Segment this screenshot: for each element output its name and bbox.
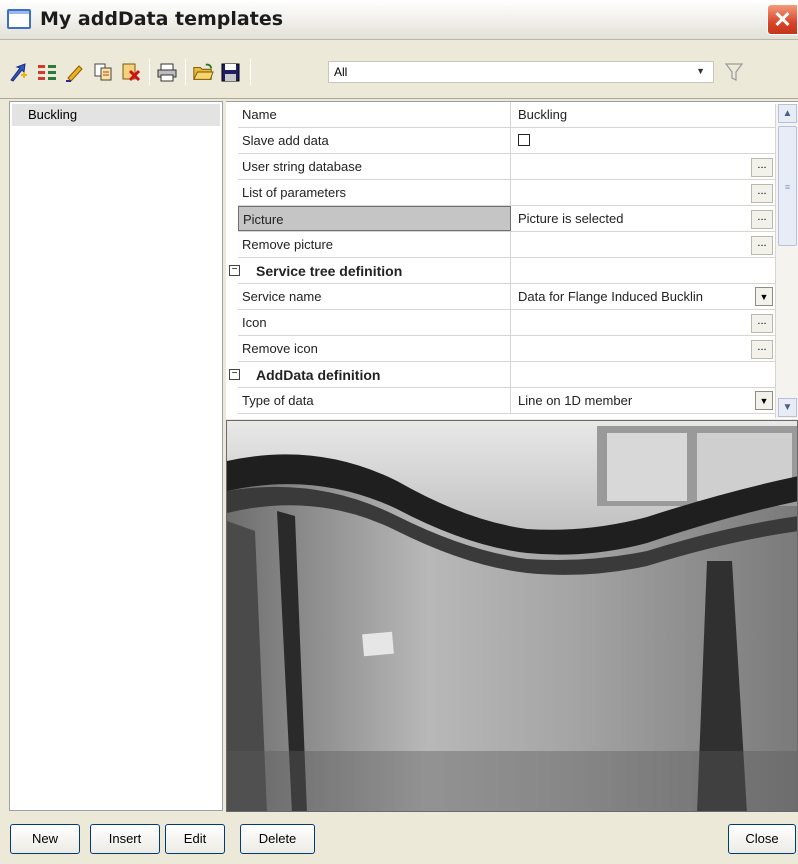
property-value[interactable] (512, 180, 775, 205)
delete-icon[interactable] (120, 61, 142, 83)
edit-button[interactable]: Edit (165, 824, 225, 854)
property-value[interactable]: Data for Flange Induced Bucklin (512, 284, 775, 309)
title-bar: My addData templates ✕ (0, 0, 798, 40)
category-label: AddData definition (238, 362, 511, 387)
browse-button[interactable]: ... (751, 210, 773, 229)
property-label: Icon (238, 310, 511, 335)
category-adddata-definition[interactable]: AddData definition (238, 362, 775, 388)
property-row-type-of-data[interactable]: Type of data Line on 1D member ▼ (238, 388, 775, 414)
property-row-slave-add-data[interactable]: Slave add data (238, 128, 775, 154)
property-value[interactable]: Buckling (512, 102, 775, 127)
property-value (512, 258, 775, 283)
columns-icon[interactable] (36, 61, 58, 83)
buckling-photo (227, 421, 797, 811)
filter-funnel-icon[interactable] (723, 61, 745, 83)
slave-add-data-checkbox[interactable] (518, 134, 530, 146)
save-icon[interactable] (220, 61, 242, 83)
property-label: Slave add data (238, 128, 511, 153)
property-label: Type of data (238, 388, 511, 413)
chevron-down-icon: ▼ (696, 66, 705, 76)
delete-button[interactable]: Delete (240, 824, 315, 854)
browse-button[interactable]: ... (751, 314, 773, 333)
property-label: Remove picture (238, 232, 511, 257)
property-value[interactable] (512, 154, 775, 179)
property-label: List of parameters (238, 180, 511, 205)
toolbar: All ▼ (0, 41, 798, 99)
property-value[interactable]: Picture is selected (512, 206, 775, 231)
property-label: Remove icon (238, 336, 511, 361)
property-value[interactable] (512, 336, 775, 361)
new-button[interactable]: New (10, 824, 80, 854)
copy-icon[interactable] (92, 61, 114, 83)
property-grid-scrollbar[interactable]: ▲ ≡ ▼ (775, 104, 798, 418)
property-grid: Name Buckling Slave add data User string… (226, 101, 798, 419)
browse-button[interactable]: ... (751, 236, 773, 255)
insert-button[interactable]: Insert (90, 824, 160, 854)
browse-button[interactable]: ... (751, 158, 773, 177)
picture-preview (226, 420, 798, 812)
property-row-service-name[interactable]: Service name Data for Flange Induced Buc… (238, 284, 775, 310)
property-value[interactable] (512, 232, 775, 257)
chevron-down-icon[interactable]: ▼ (755, 287, 773, 306)
window-icon (7, 9, 31, 29)
filter-dropdown[interactable]: All ▼ (328, 61, 714, 83)
open-folder-icon[interactable] (192, 61, 214, 83)
category-label: Service tree definition (238, 258, 511, 283)
property-row-name[interactable]: Name Buckling (238, 102, 775, 128)
property-row-list-of-parameters[interactable]: List of parameters ... (238, 180, 775, 206)
scroll-down-icon[interactable]: ▼ (778, 398, 797, 417)
window-title: My addData templates (40, 8, 284, 30)
print-icon[interactable] (156, 61, 178, 83)
new-template-icon[interactable] (8, 61, 30, 83)
property-row-picture[interactable]: Picture Picture is selected ... (238, 206, 775, 232)
close-window-button[interactable]: ✕ (767, 4, 798, 35)
category-service-tree-definition[interactable]: Service tree definition (238, 258, 775, 284)
browse-button[interactable]: ... (751, 340, 773, 359)
chevron-down-icon[interactable]: ▼ (755, 391, 773, 410)
property-row-icon[interactable]: Icon ... (238, 310, 775, 336)
property-label: Service name (238, 284, 511, 309)
property-label: Name (238, 102, 511, 127)
property-label: User string database (238, 154, 511, 179)
property-value[interactable]: Line on 1D member (512, 388, 775, 413)
property-value (512, 128, 775, 153)
filter-dropdown-value: All (334, 65, 348, 79)
browse-button[interactable]: ... (751, 184, 773, 203)
list-item[interactable]: Buckling (12, 104, 220, 126)
property-label: Picture (238, 206, 511, 231)
property-row-remove-icon[interactable]: Remove icon ... (238, 336, 775, 362)
template-list: Buckling (9, 101, 223, 811)
property-value[interactable] (512, 310, 775, 335)
scrollbar-thumb[interactable]: ≡ (778, 126, 797, 246)
scroll-up-icon[interactable]: ▲ (778, 104, 797, 123)
property-value (512, 362, 775, 387)
edit-pencil-icon[interactable] (64, 61, 86, 83)
close-button[interactable]: Close (728, 824, 796, 854)
property-row-user-string-database[interactable]: User string database ... (238, 154, 775, 180)
property-row-remove-picture[interactable]: Remove picture ... (238, 232, 775, 258)
